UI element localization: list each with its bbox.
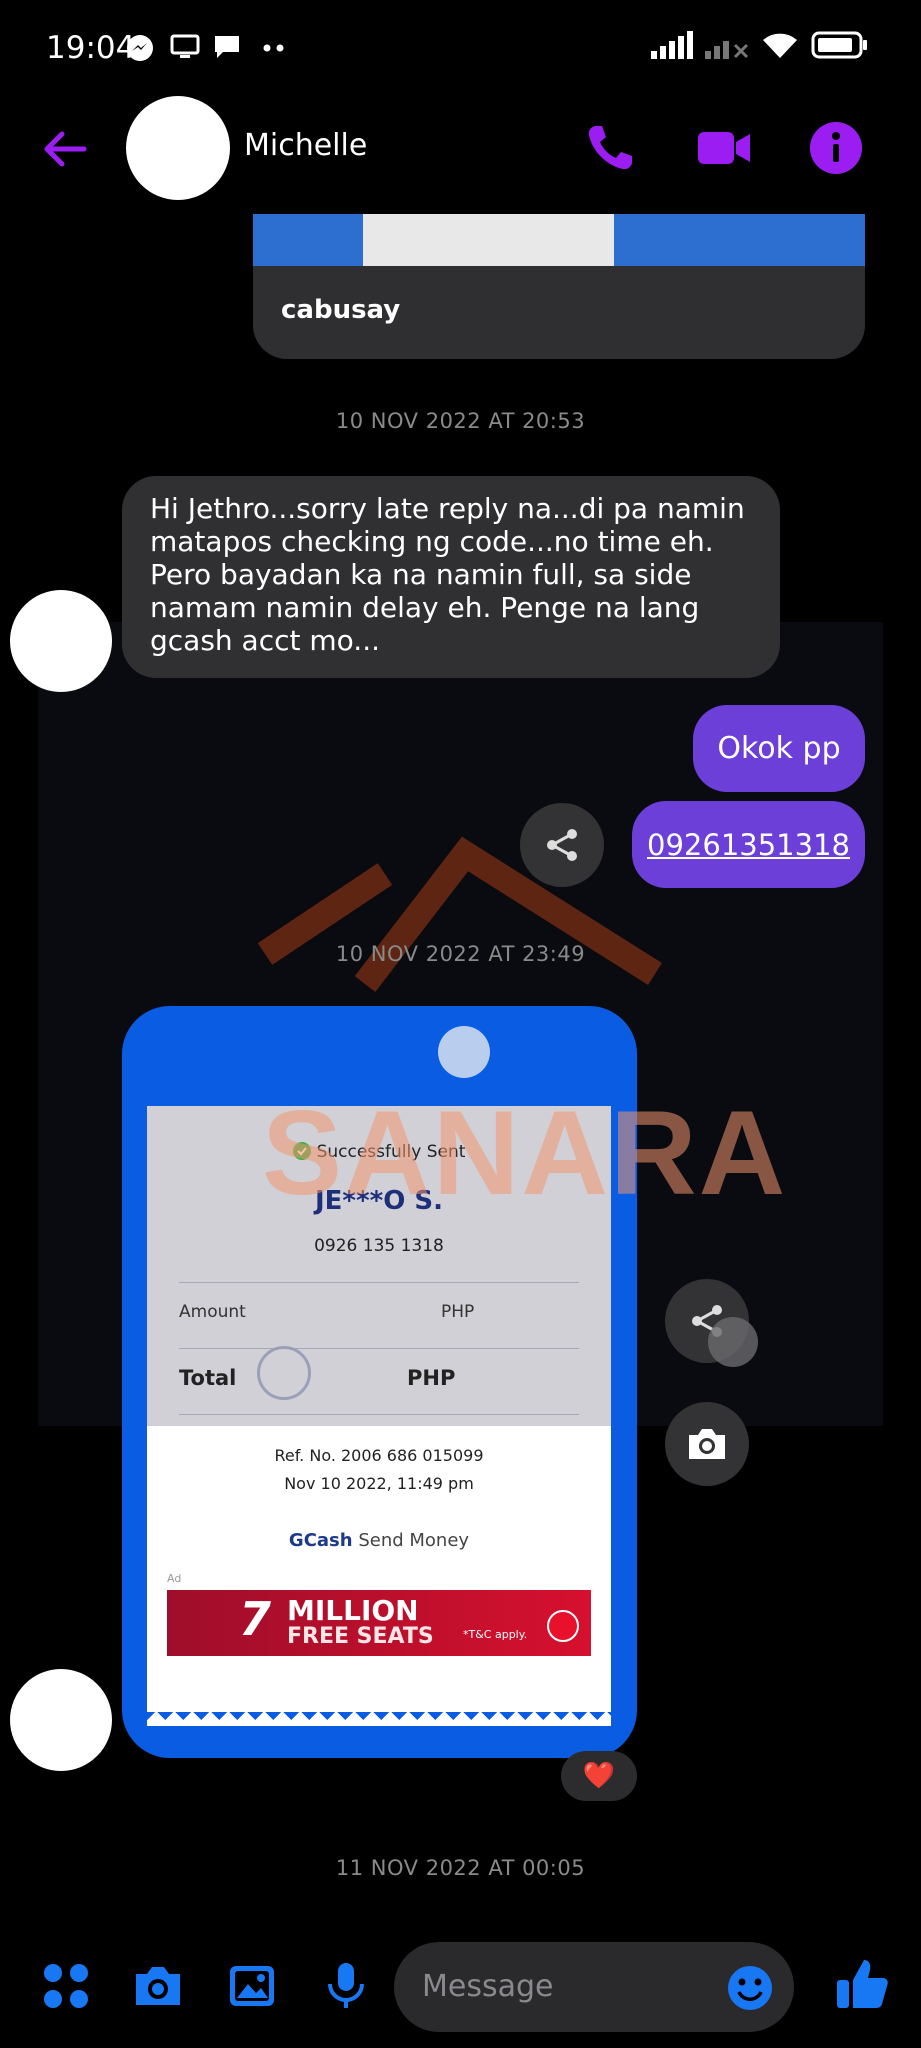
total-currency: PHP bbox=[407, 1366, 456, 1390]
ad-label: Ad bbox=[167, 1572, 182, 1585]
message-placeholder: Message bbox=[422, 1969, 554, 2004]
watermark-logo bbox=[257, 836, 662, 992]
composer-bar: Message bbox=[0, 1920, 921, 2048]
video-call-icon[interactable] bbox=[694, 118, 754, 178]
sender-avatar[interactable] bbox=[10, 1669, 112, 1771]
camera-icon bbox=[689, 1429, 725, 1459]
divider bbox=[179, 1414, 579, 1415]
message-list[interactable]: cabusay 10 NOV 2022 AT 20:53 Hi Jethro..… bbox=[0, 214, 921, 1920]
timestamp: 10 NOV 2022 AT 23:49 bbox=[335, 942, 586, 966]
status-bar: 19:04 bbox=[0, 0, 921, 96]
touch-indicator bbox=[708, 1317, 758, 1367]
heart-reaction[interactable]: ❤️ bbox=[561, 1751, 637, 1801]
thumbs-up-icon[interactable] bbox=[834, 1956, 890, 2012]
link-preview-card[interactable]: cabusay bbox=[253, 214, 865, 359]
amount-label: Amount bbox=[179, 1302, 246, 1322]
watermark-text: SANARA bbox=[262, 1086, 788, 1220]
amount-currency: PHP bbox=[441, 1302, 475, 1322]
contact-name[interactable]: Michelle bbox=[244, 128, 367, 163]
message-input[interactable]: Message bbox=[394, 1942, 794, 2032]
ad-note: *T&C apply. bbox=[463, 1628, 528, 1641]
amount-row: Amount PHP bbox=[179, 1302, 579, 1322]
gcash-brand: GCash bbox=[288, 1530, 353, 1551]
battery-icon bbox=[811, 31, 867, 59]
back-arrow-icon[interactable] bbox=[40, 124, 90, 174]
divider bbox=[179, 1282, 579, 1283]
outgoing-phone-link[interactable]: 09261351318 bbox=[632, 801, 865, 888]
outgoing-message[interactable]: Okok pp bbox=[693, 705, 865, 792]
chat-header: Michelle bbox=[0, 96, 921, 214]
apps-menu-icon[interactable] bbox=[40, 1960, 92, 2012]
contact-avatar[interactable] bbox=[126, 96, 230, 200]
ad-headline-2: FREE SEATS bbox=[287, 1624, 434, 1649]
wifi-icon bbox=[763, 33, 797, 58]
chat-notification-icon bbox=[215, 36, 239, 58]
heart-icon: ❤️ bbox=[582, 1761, 616, 1791]
signal-icon bbox=[651, 31, 693, 59]
total-label: Total bbox=[179, 1366, 237, 1390]
ad-number: 7 bbox=[239, 1592, 272, 1646]
emoji-icon[interactable] bbox=[726, 1964, 774, 2012]
airasia-ad-banner[interactable]: 7 MILLION FREE SEATS *T&C apply. bbox=[167, 1590, 591, 1656]
total-row: Total PHP bbox=[179, 1366, 579, 1390]
status-right-group bbox=[651, 30, 869, 60]
timestamp: 11 NOV 2022 AT 00:05 bbox=[335, 1856, 586, 1880]
receipt-torn-edge bbox=[147, 1712, 611, 1726]
info-icon[interactable] bbox=[806, 118, 866, 178]
receipt-datetime: Nov 10 2022, 11:49 pm bbox=[284, 1474, 474, 1493]
loading-circle bbox=[257, 1346, 311, 1400]
airasia-logo bbox=[547, 1610, 579, 1642]
incoming-message[interactable]: Hi Jethro...sorry late reply na...di pa … bbox=[122, 476, 780, 678]
save-photo-button[interactable] bbox=[665, 1402, 749, 1486]
screen-icon bbox=[170, 34, 200, 58]
receipt-pin bbox=[438, 1026, 490, 1078]
receipt-ref-no: Ref. No. 2006 686 015099 bbox=[274, 1446, 484, 1465]
messenger-icon bbox=[127, 35, 153, 61]
phone-call-icon[interactable] bbox=[580, 118, 640, 178]
divider bbox=[179, 1348, 579, 1349]
link-preview-title: cabusay bbox=[281, 295, 401, 325]
send-money-text: Send Money bbox=[358, 1530, 470, 1551]
more-dots-icon bbox=[263, 44, 284, 52]
microphone-icon[interactable] bbox=[320, 1960, 372, 2012]
gallery-icon[interactable] bbox=[226, 1960, 278, 2012]
ad-headline-1: MILLION bbox=[287, 1594, 419, 1627]
sender-avatar[interactable] bbox=[10, 590, 112, 692]
status-time: 19:04 bbox=[46, 30, 136, 66]
signal-no-sim-icon bbox=[705, 41, 749, 59]
receipt-number: 0926 135 1318 bbox=[314, 1236, 444, 1256]
link-preview-image bbox=[253, 214, 865, 266]
timestamp: 10 NOV 2022 AT 20:53 bbox=[335, 409, 586, 433]
receipt-brand-line: GCash Send Money bbox=[147, 1530, 611, 1551]
camera-icon[interactable] bbox=[132, 1960, 184, 2012]
